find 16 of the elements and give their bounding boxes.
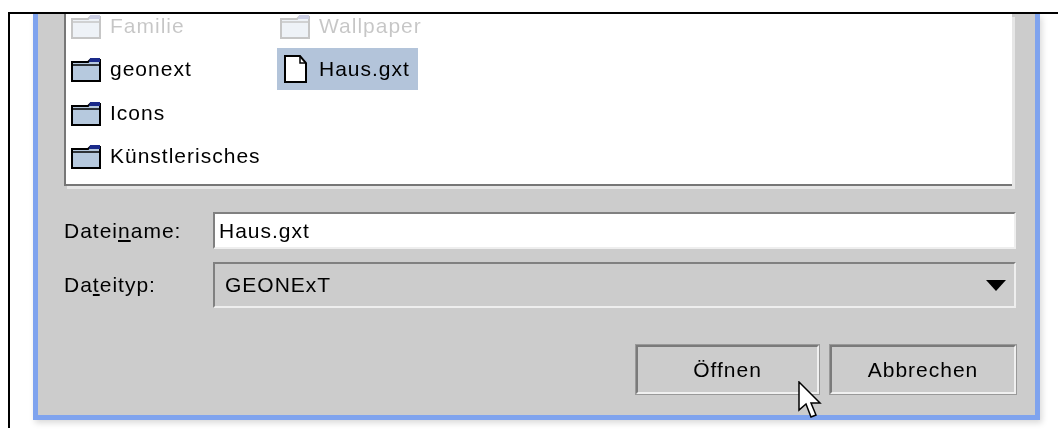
file-list-item[interactable]: geonext	[68, 48, 200, 91]
cancel-button[interactable]: Abbrechen	[830, 345, 1016, 394]
file-name-field[interactable]: Haus.gxt	[213, 212, 1016, 249]
open-button[interactable]: Öffnen	[636, 345, 819, 394]
file-list-item[interactable]: Icons	[68, 91, 174, 134]
field-label: Dateityp:	[64, 273, 157, 297]
folder-icon	[279, 14, 311, 40]
folder-icon	[70, 142, 102, 171]
file-list-item[interactable]: Künstlerisches	[68, 135, 269, 178]
file-type-dropdown[interactable]: GEONExT	[213, 262, 1016, 308]
field-label: Dateiname:	[64, 218, 183, 243]
caret-icon	[986, 279, 1006, 291]
file-list-item[interactable]: Haus.gxt	[277, 48, 418, 91]
folder-icon	[70, 55, 102, 84]
folder-icon	[70, 14, 102, 40]
mouse-pointer-icon	[798, 381, 822, 419]
